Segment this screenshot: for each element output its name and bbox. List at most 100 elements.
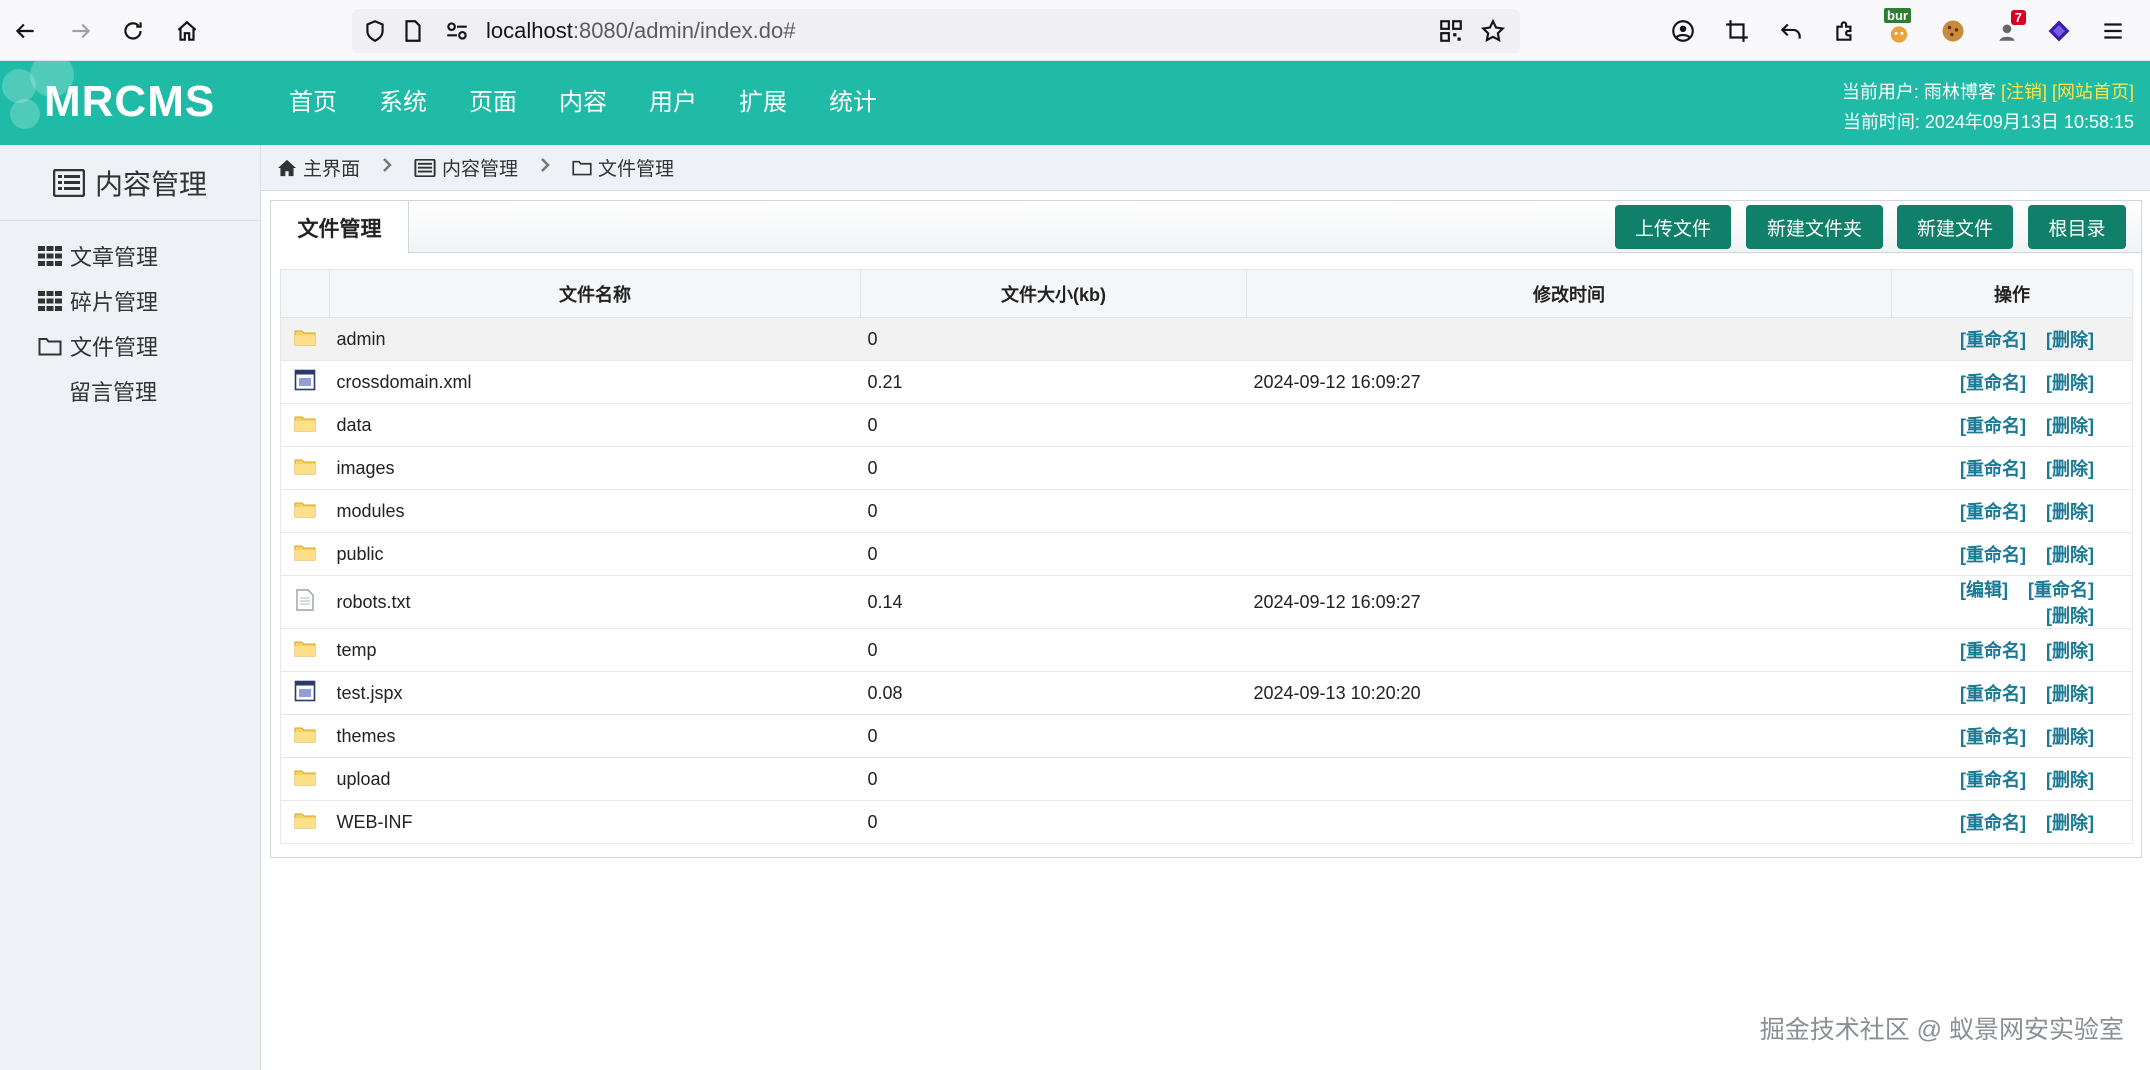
- folder-icon: [280, 800, 330, 844]
- root-directory-button[interactable]: 根目录: [2028, 205, 2126, 249]
- shield-icon[interactable]: [362, 18, 388, 44]
- sidebar-item-messages[interactable]: 留言管理: [0, 368, 260, 413]
- table-row[interactable]: admin 0 [重命名] [删除]: [280, 317, 2133, 361]
- file-name[interactable]: robots.txt: [329, 575, 861, 629]
- back-button[interactable]: [8, 14, 42, 48]
- nav-extensions[interactable]: 扩展: [718, 61, 808, 145]
- delete-link[interactable]: [删除]: [2046, 813, 2094, 833]
- table-row[interactable]: test.jspx 0.08 2024-09-13 10:20:20 [重命名] [删除…: [280, 671, 2133, 715]
- table-row[interactable]: upload 0 [重命名] [删除]: [280, 757, 2133, 801]
- rename-link[interactable]: [重命名]: [1960, 373, 2026, 393]
- file-name[interactable]: WEB-INF: [329, 800, 861, 844]
- url-bar[interactable]: localhost:8080/admin/index.do#: [352, 9, 1520, 53]
- folder-outline-icon: [572, 160, 592, 176]
- crop-button[interactable]: [1720, 14, 1754, 48]
- sidebar-item-files[interactable]: 文件管理: [0, 323, 260, 368]
- rename-link[interactable]: [重命名]: [1960, 684, 2026, 704]
- bookmark-star-icon[interactable]: [1480, 18, 1506, 44]
- nav-content[interactable]: 内容: [538, 61, 628, 145]
- file-size: 0: [860, 403, 1247, 447]
- new-folder-button[interactable]: 新建文件夹: [1746, 205, 1883, 249]
- delete-link[interactable]: [删除]: [2046, 684, 2094, 704]
- sidebar-item-articles[interactable]: 文章管理: [0, 233, 260, 278]
- file-name[interactable]: images: [329, 446, 861, 490]
- tab-file-manager[interactable]: 文件管理: [271, 201, 409, 254]
- table-row[interactable]: temp 0 [重命名] [删除]: [280, 628, 2133, 672]
- file-name[interactable]: upload: [329, 757, 861, 801]
- burp-extension-button[interactable]: bur: [1882, 8, 1916, 48]
- layers-icon: [2048, 20, 2070, 42]
- file-name[interactable]: test.jspx: [329, 671, 861, 715]
- table-row[interactable]: data 0 [重命名] [删除]: [280, 403, 2133, 447]
- forward-button[interactable]: [64, 14, 98, 48]
- file-name[interactable]: data: [329, 403, 861, 447]
- rename-link[interactable]: [重命名]: [1960, 641, 2026, 661]
- delete-link[interactable]: [删除]: [2046, 545, 2094, 565]
- rename-link[interactable]: [重命名]: [1960, 502, 2026, 522]
- file-size: 0.14: [860, 575, 1247, 629]
- folder-icon: [280, 403, 330, 447]
- menu-button[interactable]: [2096, 14, 2130, 48]
- rename-link[interactable]: [重命名]: [1960, 330, 2026, 350]
- qr-code-icon[interactable]: [1438, 18, 1464, 44]
- rename-link[interactable]: [重命名]: [1960, 416, 2026, 436]
- rename-link[interactable]: [重命名]: [1960, 545, 2026, 565]
- upload-file-button[interactable]: 上传文件: [1615, 205, 1731, 249]
- delete-link[interactable]: [删除]: [2046, 373, 2094, 393]
- rename-link[interactable]: [重命名]: [1960, 459, 2026, 479]
- undo-button[interactable]: [1774, 14, 1808, 48]
- rename-link[interactable]: [重命名]: [1960, 813, 2026, 833]
- nav-users[interactable]: 用户: [628, 61, 718, 145]
- table-row[interactable]: robots.txt 0.14 2024-09-12 16:09:27 [编辑] [重命…: [280, 575, 2133, 629]
- nav-home[interactable]: 首页: [268, 61, 358, 145]
- delete-link[interactable]: [删除]: [2046, 606, 2094, 626]
- breadcrumb-section[interactable]: 内容管理: [414, 154, 518, 181]
- url-text[interactable]: localhost:8080/admin/index.do#: [486, 18, 795, 44]
- file-name[interactable]: public: [329, 532, 861, 576]
- new-file-button[interactable]: 新建文件: [1897, 205, 2013, 249]
- table-row[interactable]: WEB-INF 0 [重命名] [删除]: [280, 800, 2133, 844]
- file-actions: [重命名] [删除]: [1891, 317, 2133, 361]
- delete-link[interactable]: [删除]: [2046, 770, 2094, 790]
- delete-link[interactable]: [删除]: [2046, 416, 2094, 436]
- rename-link[interactable]: [重命名]: [2028, 580, 2094, 600]
- home-button[interactable]: [170, 14, 204, 48]
- delete-link[interactable]: [删除]: [2046, 330, 2094, 350]
- reload-button[interactable]: [116, 14, 150, 48]
- file-name[interactable]: temp: [329, 628, 861, 672]
- rename-link[interactable]: [重命名]: [1960, 727, 2026, 747]
- delete-link[interactable]: [删除]: [2046, 727, 2094, 747]
- table-row[interactable]: crossdomain.xml 0.21 2024-09-12 16:09:27 [重…: [280, 360, 2133, 404]
- delete-link[interactable]: [删除]: [2046, 641, 2094, 661]
- delete-link[interactable]: [删除]: [2046, 502, 2094, 522]
- nav-pages[interactable]: 页面: [448, 61, 538, 145]
- rename-link[interactable]: [重命名]: [1960, 770, 2026, 790]
- sidebar-item-fragments[interactable]: 碎片管理: [0, 278, 260, 323]
- table-row[interactable]: themes 0 [重命名] [删除]: [280, 714, 2133, 758]
- site-home-link[interactable]: [网站首页]: [2052, 82, 2134, 102]
- permissions-icon[interactable]: [444, 18, 470, 44]
- layers-extension-button[interactable]: [2042, 14, 2076, 48]
- table-row[interactable]: public 0 [重命名] [删除]: [280, 532, 2133, 576]
- table-row[interactable]: images 0 [重命名] [删除]: [280, 446, 2133, 490]
- file-size: 0.21: [860, 360, 1247, 404]
- file-name[interactable]: crossdomain.xml: [329, 360, 861, 404]
- file-name[interactable]: modules: [329, 489, 861, 533]
- account-button[interactable]: [1666, 14, 1700, 48]
- extensions-button[interactable]: [1828, 14, 1862, 48]
- sidebar-menu: 文章管理 碎片管理 文件管理 留言管理: [0, 221, 260, 413]
- nav-system[interactable]: 系统: [358, 61, 448, 145]
- table-row[interactable]: modules 0 [重命名] [删除]: [280, 489, 2133, 533]
- cookie-extension-button[interactable]: [1936, 14, 1970, 48]
- logout-link[interactable]: [注销]: [2001, 82, 2047, 102]
- file-name[interactable]: admin: [329, 317, 861, 361]
- nav-stats[interactable]: 统计: [808, 61, 898, 145]
- folder-icon: [280, 317, 330, 361]
- breadcrumb-home[interactable]: 主界面: [277, 154, 360, 181]
- page-icon[interactable]: [400, 18, 426, 44]
- file-name[interactable]: themes: [329, 714, 861, 758]
- file-actions: [重命名] [删除]: [1891, 403, 2133, 447]
- edit-link[interactable]: [编辑]: [1960, 580, 2008, 600]
- notification-extension-button[interactable]: 7: [1990, 10, 2026, 48]
- delete-link[interactable]: [删除]: [2046, 459, 2094, 479]
